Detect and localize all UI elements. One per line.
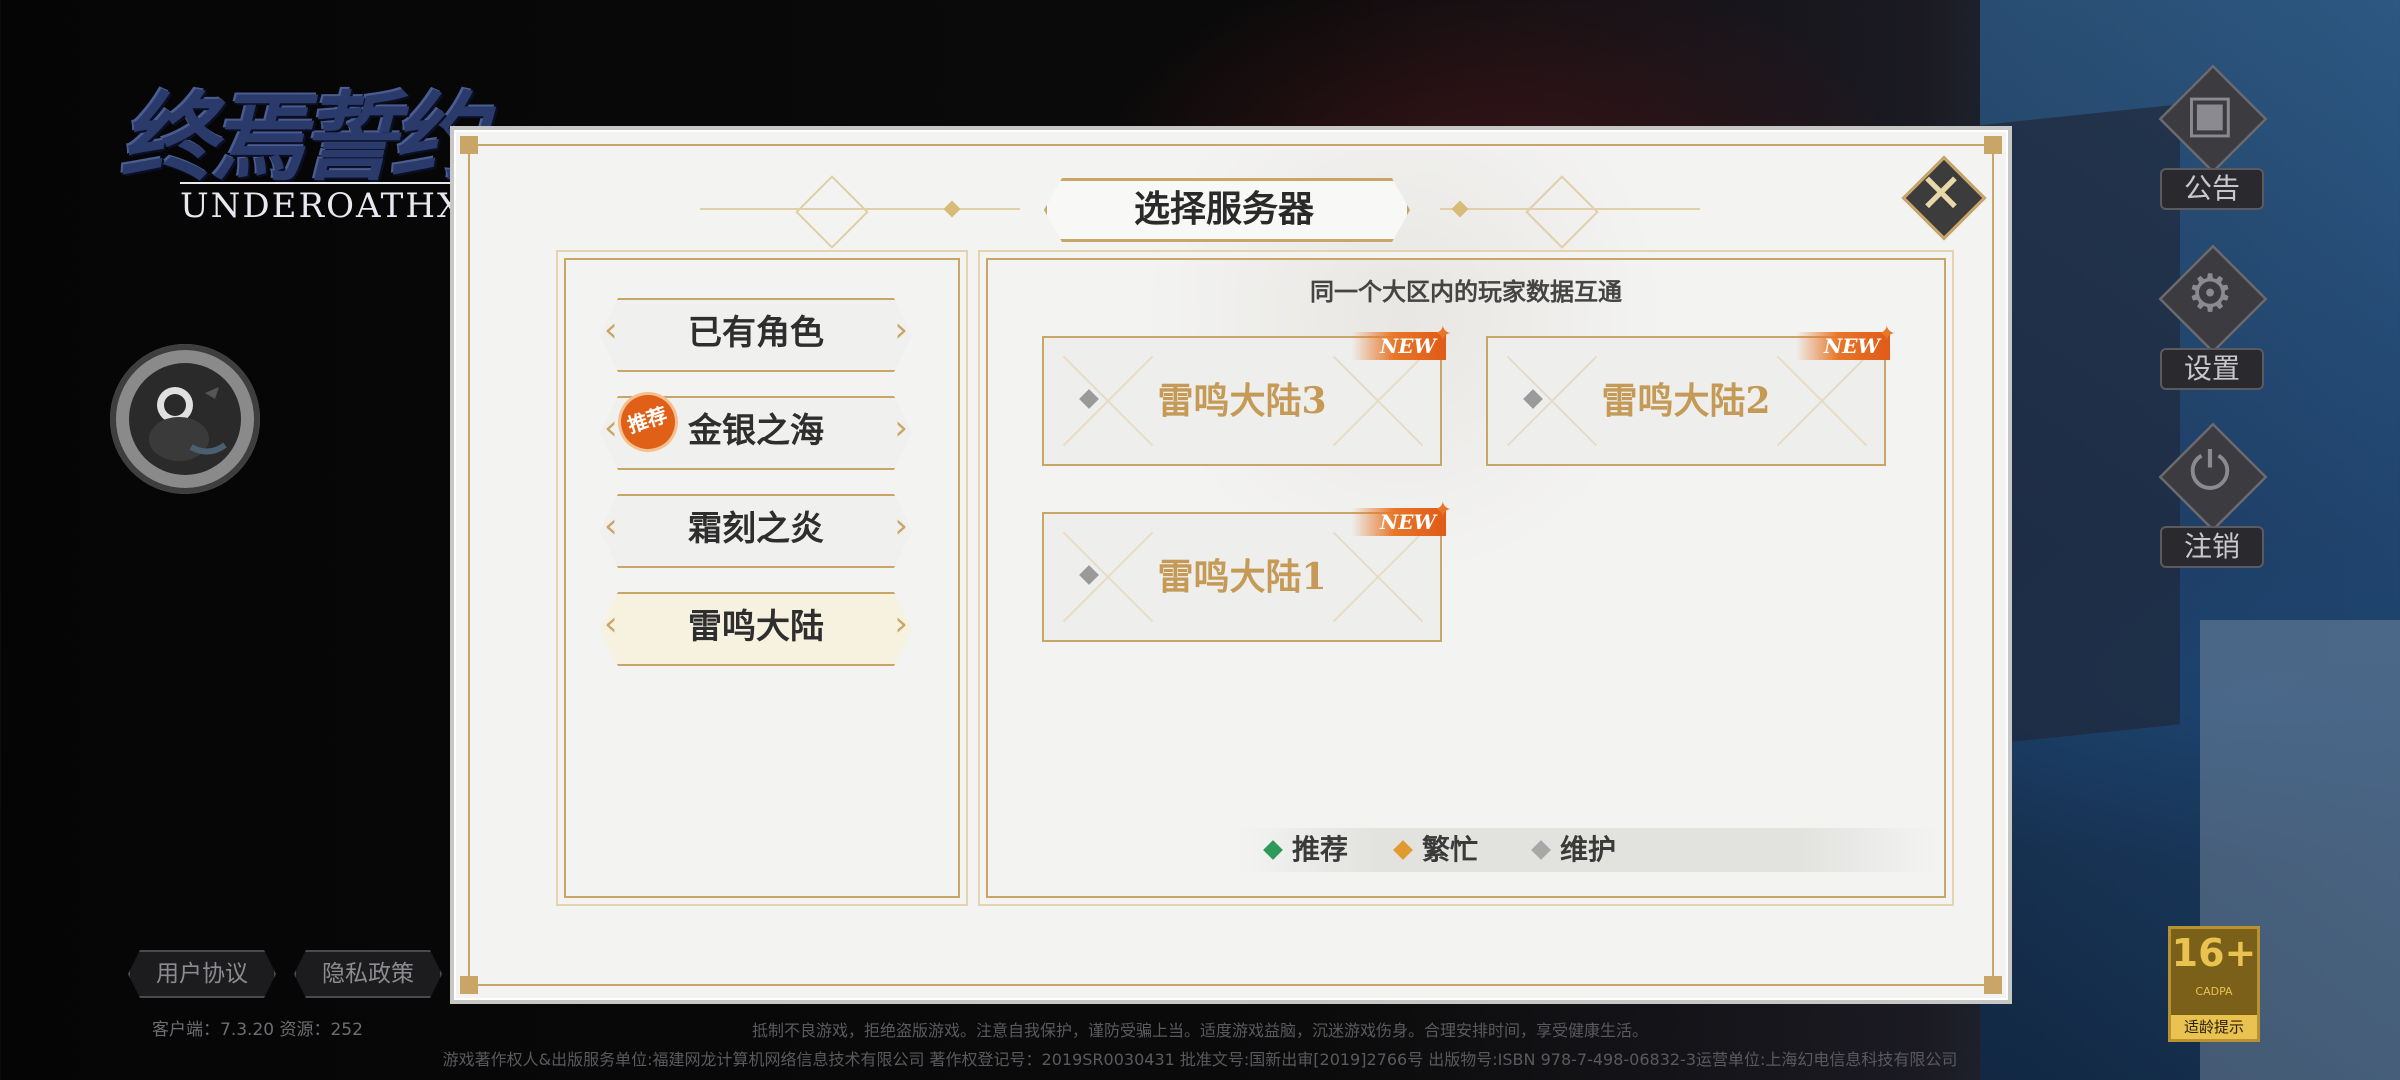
star-icon: ✦ (1433, 322, 1452, 347)
new-tag: NEW (1352, 332, 1446, 360)
close-icon: ✕ (1918, 162, 1964, 225)
star-icon: ✦ (1433, 498, 1452, 523)
settings-button[interactable]: ⚙ 设置 (2150, 244, 2270, 402)
power-icon: ⏻ (2189, 442, 2231, 502)
logo-title: 终焉誓约 (120, 81, 486, 194)
status-busy-icon (1393, 840, 1413, 860)
server-card[interactable]: 雷鸣大陆2 NEW ✦ (1486, 322, 1896, 466)
avatar[interactable] (110, 344, 260, 494)
frame-corner (460, 976, 478, 994)
user-agreement-button[interactable]: 用户协议 (128, 950, 276, 998)
status-recommend-icon (1263, 840, 1283, 860)
avatar-character-icon (149, 387, 227, 461)
announcement-button[interactable]: ▣ 公告 (2150, 64, 2270, 222)
gear-icon: ⚙ (2186, 264, 2234, 324)
avatar-image (129, 363, 241, 475)
dialog-title: 选择服务器 (1133, 188, 1314, 230)
region-list: ‹ › 已有角色 ‹ › 金银之海 推荐 ‹ › 霜刻之炎 ‹ › 雷鸣大陆 (564, 258, 960, 898)
region-label: 霜刻之炎 (688, 509, 824, 549)
region-label: 雷鸣大陆 (688, 607, 824, 647)
legend-recommend: 推荐 (1292, 833, 1349, 866)
age-rating: 16+ (2171, 931, 2257, 975)
dialog-title-plate: 选择服务器 (1024, 178, 1424, 242)
status-legend: 推荐 繁忙 维护 (1238, 828, 1938, 872)
region-tab-thunder-continent[interactable]: ‹ › 雷鸣大陆 (600, 592, 912, 662)
server-select-dialog: 选择服务器 ✕ ‹ › 已有角色 ‹ › 金银之海 推荐 ‹ › 霜刻之炎 ‹ (450, 126, 2012, 1004)
region-label: 已有角色 (688, 313, 824, 353)
server-panel: 同一个大区内的玩家数据互通 雷鸣大陆3 NEW ✦ 雷鸣大陆2 NEW ✦ 雷鸣… (986, 258, 1946, 898)
frame-corner (1984, 136, 2002, 154)
age-rating-org: CADPA (2195, 985, 2233, 998)
logout-label: 注销 (2160, 526, 2264, 568)
legend-maintenance: 维护 (1560, 833, 1617, 866)
copyright-notice: 游戏著作权人&出版服务单位:福建网龙计算机网络信息技术有限公司 著作权登记号：2… (442, 1050, 1958, 1069)
announcement-label: 公告 (2160, 168, 2264, 210)
privacy-policy-button[interactable]: 隐私政策 (294, 950, 442, 998)
status-maintenance-icon (1531, 840, 1551, 860)
logo-subtitle: UNDEROATHX (180, 182, 464, 226)
legend-busy: 繁忙 (1422, 833, 1479, 866)
region-tab-frost-flame[interactable]: ‹ › 霜刻之炎 (600, 494, 912, 564)
new-tag: NEW (1352, 508, 1446, 536)
new-tag: NEW (1796, 332, 1890, 360)
logout-button[interactable]: ⏻ 注销 (2150, 422, 2270, 580)
health-notice: 抵制不良游戏，拒绝盗版游戏。注意自我保护，谨防受骗上当。适度游戏益脑，沉迷游戏伤… (751, 1021, 1648, 1040)
announcement-icon: ▣ (2185, 84, 2235, 144)
settings-label: 设置 (2160, 348, 2264, 390)
server-card[interactable]: 雷鸣大陆1 NEW ✦ (1042, 498, 1452, 642)
server-card[interactable]: 雷鸣大陆3 NEW ✦ (1042, 322, 1452, 466)
server-panel-subtitle: 同一个大区内的玩家数据互通 (1310, 277, 1622, 306)
frame-corner (460, 136, 478, 154)
frame-corner (1984, 976, 2002, 994)
star-icon: ✦ (1877, 322, 1896, 347)
region-tab-existing-roles[interactable]: ‹ › 已有角色 (600, 298, 912, 368)
close-button[interactable]: ✕ (1901, 155, 1987, 241)
region-tab-golden-silver-sea[interactable]: ‹ › 金银之海 推荐 (600, 384, 912, 466)
